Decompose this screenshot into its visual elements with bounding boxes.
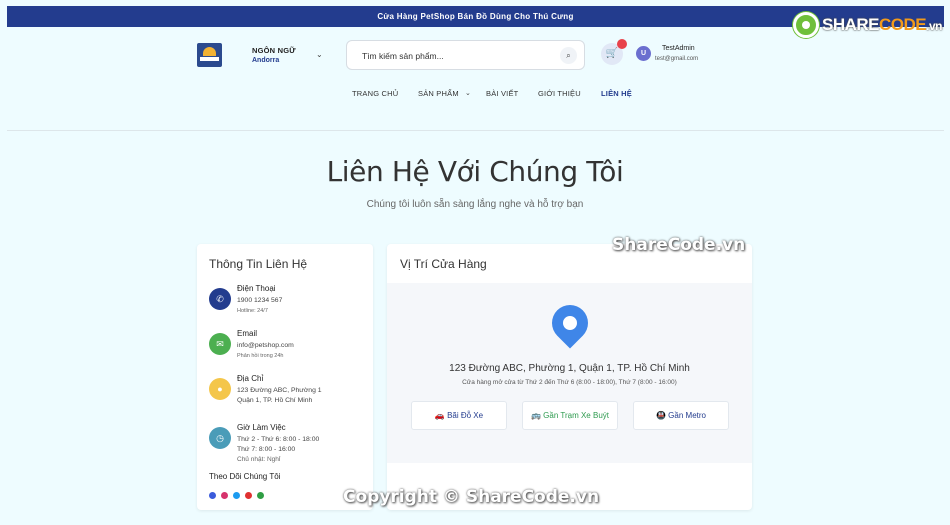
contact-email-note: Phản hồi trong 24h [237, 353, 284, 359]
header-divider [7, 130, 944, 131]
contact-phone-title: Điện Thoại [237, 284, 276, 293]
sharecode-logo-text: SHARECODE.vn [822, 15, 942, 34]
nav-about[interactable]: GIỚI THIỆU [538, 89, 581, 98]
phone-icon: ✆ [209, 288, 231, 310]
language-value: Andorra [252, 57, 280, 64]
contact-hours-title: Giờ Làm Việc [237, 423, 286, 432]
email-icon: ✉ [209, 333, 231, 355]
location-icon: ● [209, 378, 231, 400]
clock-icon: ◷ [209, 427, 231, 449]
youtube-icon[interactable] [245, 492, 252, 499]
search-box[interactable]: Tìm kiếm sản phẩm... ⌕ [346, 40, 585, 70]
contact-info-title: Thông Tin Liên Hệ [209, 257, 308, 271]
contact-address-line2: Quận 1, TP. Hồ Chí Minh [237, 397, 313, 404]
contact-hours-saturday: Thứ 7: 8:00 - 16:00 [237, 446, 296, 453]
instagram-icon[interactable] [221, 492, 228, 499]
follow-us-label: Theo Dõi Chúng Tôi [209, 472, 281, 481]
bus-stop-chip: 🚌 Gần Trạm Xe Buýt [522, 401, 618, 430]
contact-email-value[interactable]: info@petshop.com [237, 342, 294, 349]
cart-badge [617, 39, 627, 49]
map-area[interactable]: 123 Đường ABC, Phường 1, Quận 1, TP. Hồ … [387, 283, 752, 463]
avatar[interactable]: U [636, 46, 651, 61]
contact-phone-value[interactable]: 1900 1234 567 [237, 297, 282, 304]
watermark-side: ShareCode.vn [612, 235, 746, 255]
store-location-card: Vị Trí Cửa Hàng 123 Đường ABC, Phường 1,… [387, 244, 752, 510]
nav-blog[interactable]: BÀI VIẾT [486, 89, 518, 98]
store-location-title: Vị Trí Cửa Hàng [400, 257, 487, 271]
contact-info-card: Thông Tin Liên Hệ ✆ Điện Thoại 1900 1234… [197, 244, 373, 510]
search-input[interactable]: Tìm kiếm sản phẩm... [362, 51, 444, 61]
contact-address-title: Địa Chỉ [237, 374, 264, 383]
chevron-down-icon[interactable]: ⌄ [316, 50, 323, 59]
store-address: 123 Đường ABC, Phường 1, Quận 1, TP. Hồ … [449, 363, 690, 374]
contact-phone-note: Hotline: 24/7 [237, 308, 268, 314]
contact-email-title: Email [237, 329, 258, 338]
nav-home[interactable]: TRANG CHỦ [352, 89, 398, 98]
social-links [209, 492, 264, 499]
nav-contact[interactable]: LIÊN HỆ [601, 89, 632, 98]
metro-chip: 🚇 Gần Metro [633, 401, 729, 430]
facebook-icon[interactable] [209, 492, 216, 499]
nav-products[interactable]: SẢN PHẨM [418, 89, 459, 98]
page-title: Liên Hệ Với Chúng Tôi [326, 155, 624, 188]
chevron-down-icon[interactable]: ⌄ [465, 89, 471, 97]
language-selector[interactable]: NGÔN NGỮ Andorra [252, 46, 296, 64]
user-email: test@gmail.com [655, 56, 699, 62]
sharecode-logo: SHARECODE.vn [793, 10, 943, 40]
contact-hours-sunday: Chủ nhật: Nghỉ [237, 456, 281, 463]
twitter-icon[interactable] [233, 492, 240, 499]
parking-chip: 🚗 Bãi Đỗ Xe [411, 401, 507, 430]
user-name[interactable]: TestAdmin [662, 45, 695, 52]
petshop-logo[interactable] [197, 43, 222, 67]
page-subtitle: Chúng tôi luôn sẵn sàng lắng nghe và hỗ … [366, 199, 584, 210]
search-icon[interactable]: ⌕ [560, 47, 577, 64]
store-hours: Cửa hàng mở cửa từ Thứ 2 đến Thứ 6 (8:00… [462, 379, 677, 386]
map-pin-icon [544, 297, 596, 349]
contact-address-line1: 123 Đường ABC, Phường 1 [237, 387, 322, 394]
sharecode-gear-icon [793, 12, 819, 38]
contact-hours-weekday: Thứ 2 - Thứ 6: 8:00 - 18:00 [237, 436, 320, 443]
whatsapp-icon[interactable] [257, 492, 264, 499]
watermark-bottom: Copyright © ShareCode.vn [343, 487, 600, 507]
language-label: NGÔN NGỮ [252, 46, 296, 55]
